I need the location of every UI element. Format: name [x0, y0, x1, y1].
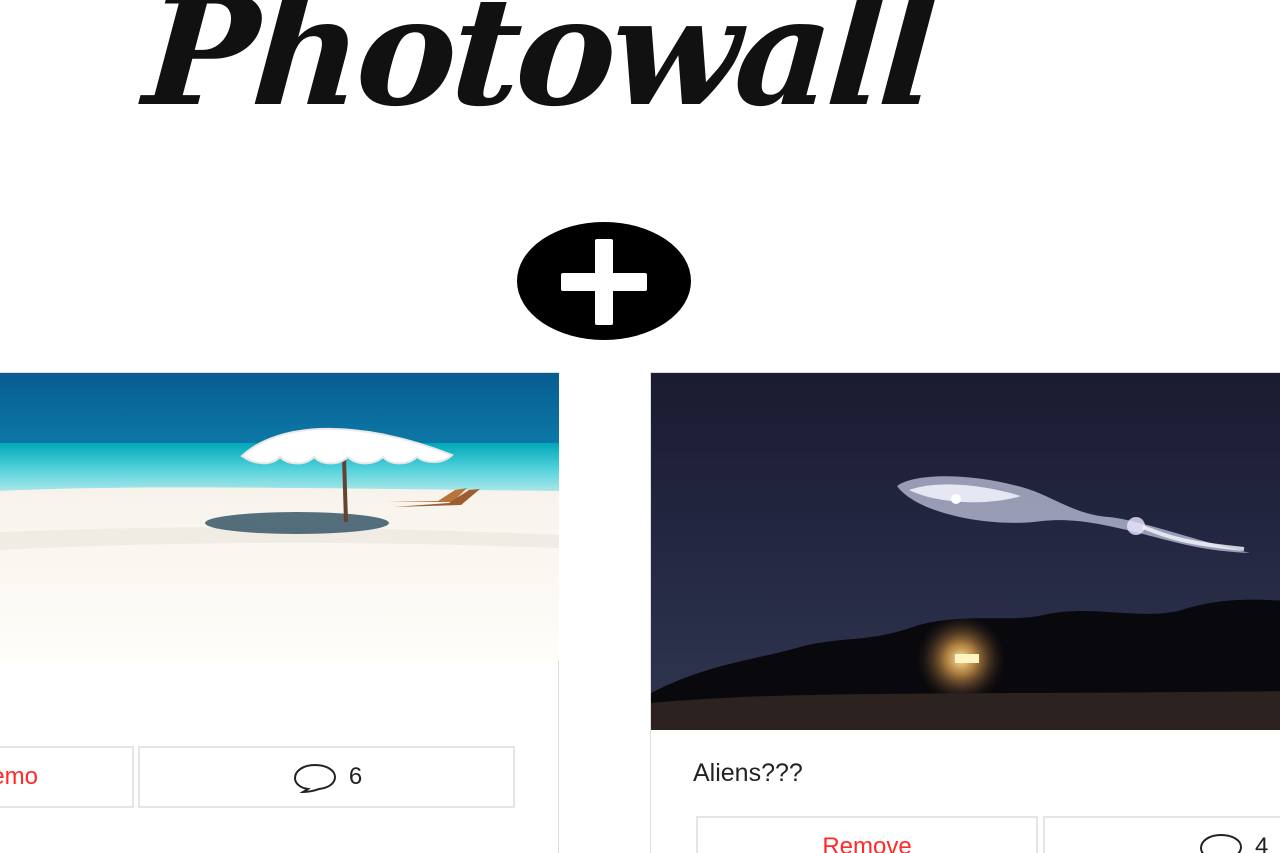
photo-card-aliens: Aliens??? Remove 4 — [650, 372, 1280, 853]
trail-light — [951, 494, 961, 504]
comment-count: 6 — [348, 763, 363, 790]
remove-post-button[interactable]: Remove — [696, 816, 1038, 853]
umbrella-shadow — [205, 512, 389, 534]
post-caption: Aliens??? — [693, 759, 803, 787]
photo-card-beach: l! Remove 6 — [0, 372, 559, 853]
night-sky-photo-image — [651, 373, 1280, 730]
trail-flare — [1127, 517, 1145, 535]
comments-button[interactable]: 6 — [138, 746, 515, 808]
comments-button[interactable]: 4 — [1043, 816, 1280, 853]
street-light — [955, 654, 979, 663]
comment-icon — [293, 763, 336, 793]
remove-button-label: Remove — [0, 763, 37, 790]
remove-button-label: Remove — [822, 833, 912, 853]
beach-photo-image — [0, 373, 559, 660]
comment-icon — [1199, 833, 1243, 853]
plus-icon-vertical — [595, 239, 613, 325]
beach-photo — [0, 373, 559, 660]
umbrella-pole — [342, 456, 348, 523]
remove-post-button[interactable]: Remove — [0, 746, 134, 808]
comment-count: 4 — [1255, 833, 1269, 853]
photowall-logo-title: Photowall — [139, 0, 939, 140]
photowall-page: Photowall mo 6 Aliens??? Remove 4 — [0, 0, 1280, 853]
night-sky-photo — [651, 373, 1280, 730]
add-photo-button[interactable] — [517, 222, 691, 340]
